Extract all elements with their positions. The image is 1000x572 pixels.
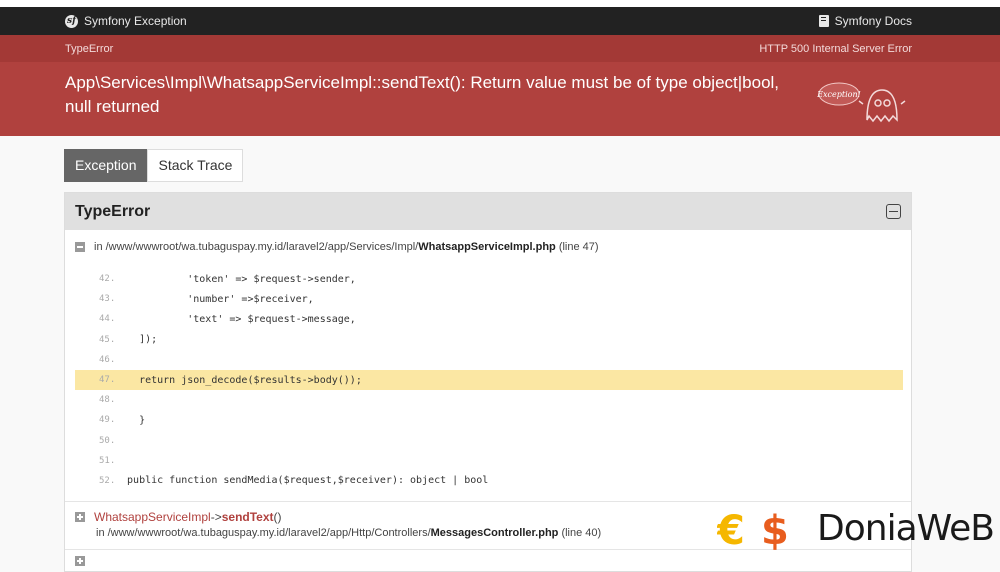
- line-number: 49.: [75, 415, 115, 425]
- book-icon: [819, 15, 829, 27]
- brand-label: Symfony Exception: [84, 14, 187, 28]
- line-number: 44.: [75, 314, 115, 324]
- code-text: 'text' => $request->message,: [115, 314, 356, 325]
- code-text: 'token' => $request->sender,: [115, 274, 356, 285]
- code-line: 42. 'token' => $request->sender,: [75, 269, 903, 289]
- line-number: 50.: [75, 436, 115, 446]
- code-line: 49. }: [75, 410, 903, 430]
- line-number: 45.: [75, 335, 115, 345]
- frame-line-number: (line 40): [561, 527, 601, 539]
- exception-ghost-icon: Exception!: [817, 70, 912, 130]
- docs-link[interactable]: Symfony Docs: [819, 14, 912, 28]
- code-line: 51.: [75, 451, 903, 471]
- line-number: 43.: [75, 294, 115, 304]
- code-text: 'number' =>$receiver,: [115, 294, 314, 305]
- expand-frame-icon[interactable]: [75, 556, 85, 566]
- frame-file: MessagesController.php: [431, 527, 559, 539]
- code-line: 48.: [75, 390, 903, 410]
- code-text: }: [115, 415, 145, 426]
- exception-meta: TypeError HTTP 500 Internal Server Error: [0, 35, 1000, 62]
- line-number: 42.: [75, 274, 115, 284]
- top-bar: sf Symfony Exception Symfony Docs: [0, 7, 1000, 35]
- tab-stack-trace[interactable]: Stack Trace: [147, 149, 243, 182]
- watermark: € $ DoniaWeB: [717, 506, 994, 550]
- code-line: 47. return json_decode($results->body())…: [75, 370, 903, 390]
- expand-frame-icon[interactable]: [75, 512, 85, 522]
- watermark-text: DoniaWeB: [817, 508, 994, 549]
- trace-file: WhatsappServiceImpl.php: [418, 241, 556, 253]
- code-line: 50.: [75, 431, 903, 451]
- line-number: 47.: [75, 375, 115, 385]
- docs-label: Symfony Docs: [835, 14, 912, 28]
- svg-text:$: $: [761, 508, 789, 550]
- code-text: ]);: [115, 334, 157, 345]
- code-line: 43. 'number' =>$receiver,: [75, 289, 903, 309]
- line-number: 46.: [75, 355, 115, 365]
- code-line: 52. public function sendMedia($request,$…: [75, 471, 903, 491]
- panel-header[interactable]: TypeError: [65, 193, 911, 230]
- line-number: 48.: [75, 395, 115, 405]
- frame-args: (): [274, 510, 282, 524]
- code-line: 44. 'text' => $request->message,: [75, 309, 903, 329]
- frame-function: sendText: [222, 510, 274, 524]
- top-strip: [0, 0, 1000, 7]
- exception-class: TypeError: [65, 43, 113, 55]
- code-line: 45. ]);: [75, 330, 903, 350]
- symfony-logo-icon: sf: [65, 15, 78, 28]
- brand[interactable]: sf Symfony Exception: [65, 14, 187, 28]
- frame-path: in /www/wwwroot/wa.tubaguspay.my.id/lara…: [96, 527, 431, 539]
- trace-line-number: (line 47): [559, 241, 599, 253]
- collapse-icon[interactable]: [886, 204, 901, 219]
- collapse-trace-icon[interactable]: [75, 242, 85, 252]
- stack-frame[interactable]: [65, 549, 911, 571]
- exception-header: TypeError HTTP 500 Internal Server Error…: [0, 35, 1000, 136]
- frame-arrow: ->: [211, 510, 222, 524]
- tabs: Exception Stack Trace: [64, 149, 1000, 182]
- trace-path: in /www/wwwroot/wa.tubaguspay.my.id/lara…: [94, 241, 418, 253]
- tab-exception[interactable]: Exception: [64, 149, 147, 182]
- line-number: 52.: [75, 476, 115, 486]
- code-text: return json_decode($results->body());: [115, 375, 362, 386]
- svg-text:€: €: [717, 508, 745, 550]
- line-number: 51.: [75, 456, 115, 466]
- code-text: public function sendMedia($request,$rece…: [115, 475, 488, 486]
- code-line: 46.: [75, 350, 903, 370]
- trace-line[interactable]: in /www/wwwroot/wa.tubaguspay.my.id/lara…: [65, 230, 911, 256]
- watermark-logo-icon: € $: [717, 506, 813, 550]
- ghost-label: Exception!: [817, 90, 861, 99]
- panel-title: TypeError: [75, 203, 150, 221]
- frame-class: WhatsappServiceImpl: [94, 510, 211, 524]
- code-snippet: 42. 'token' => $request->sender,43. 'num…: [75, 269, 903, 491]
- http-status: HTTP 500 Internal Server Error: [759, 43, 912, 55]
